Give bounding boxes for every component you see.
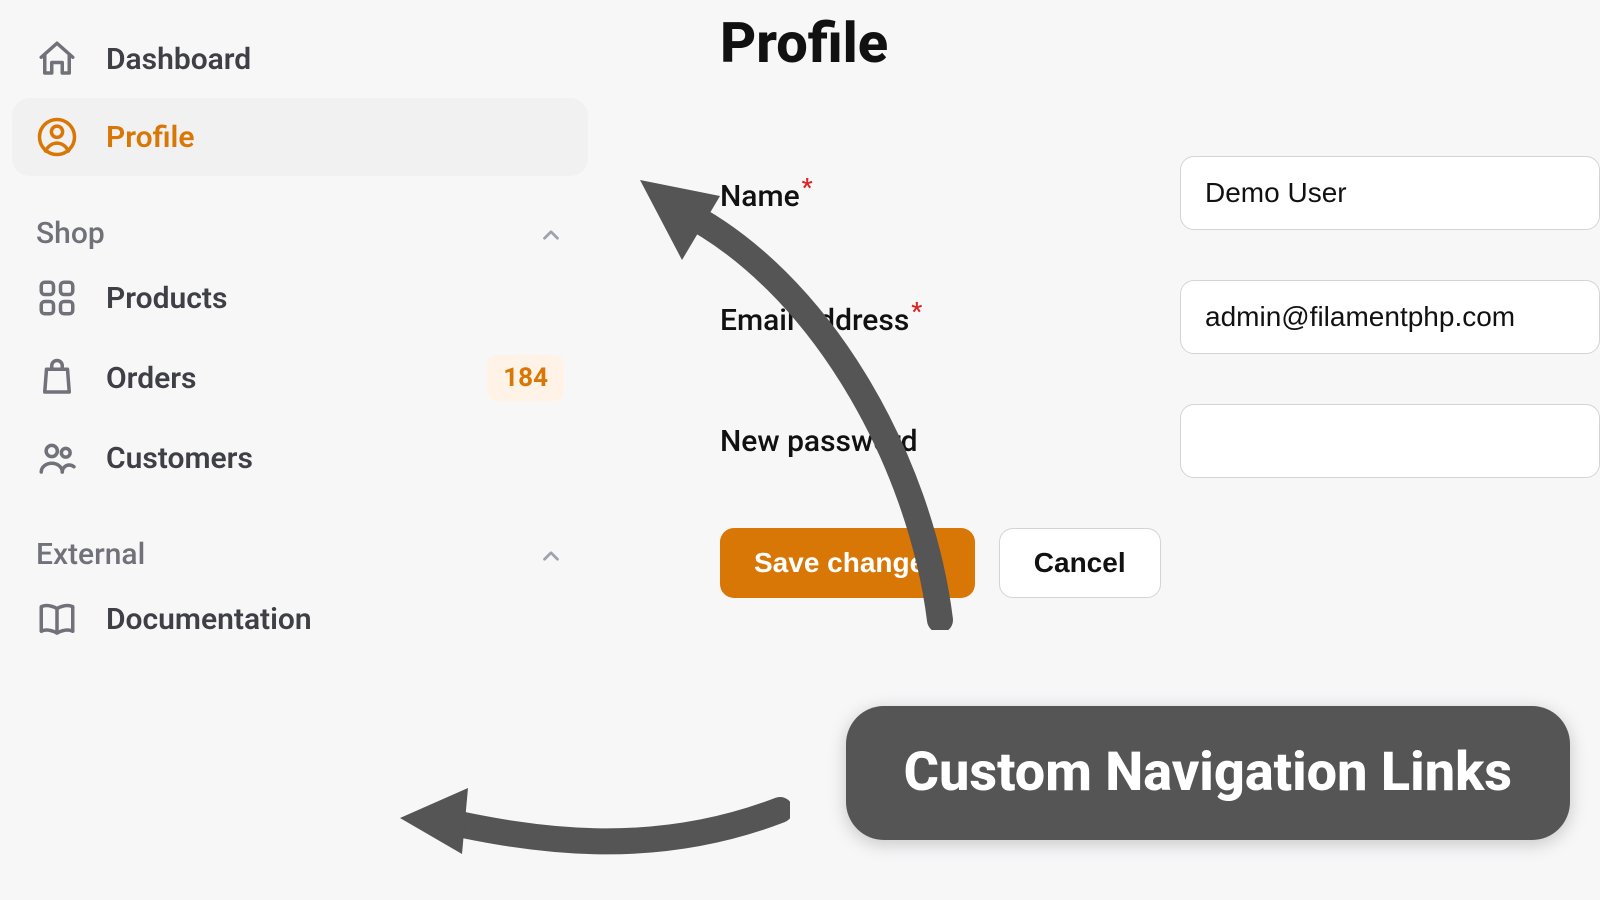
book-icon (36, 598, 78, 640)
sidebar-item-dashboard[interactable]: Dashboard (12, 20, 588, 98)
sidebar: Dashboard Profile Shop Products Ord (0, 0, 600, 900)
password-input[interactable] (1180, 404, 1600, 478)
sidebar-item-documentation[interactable]: Documentation (12, 580, 588, 658)
sidebar-item-label: Profile (106, 120, 194, 155)
password-label: New password (720, 424, 1180, 459)
email-label: Email address* (720, 297, 1180, 338)
annotation-callout-text: Custom Navigation Links (904, 742, 1512, 804)
annotation-callout: Custom Navigation Links (846, 706, 1570, 840)
email-input[interactable] (1180, 280, 1600, 354)
user-circle-icon (36, 116, 78, 158)
chevron-up-icon (538, 542, 564, 568)
sidebar-item-label: Dashboard (106, 42, 251, 77)
main-content: Profile Name* Email address* New passwor… (720, 10, 1600, 598)
name-input[interactable] (1180, 156, 1600, 230)
form-row-name: Name* (720, 156, 1600, 230)
orders-badge: 184 (487, 355, 564, 401)
form-row-email: Email address* (720, 280, 1600, 354)
sidebar-item-label: Customers (106, 441, 253, 476)
page-title: Profile (720, 10, 1600, 76)
users-icon (36, 437, 78, 479)
grid-icon (36, 277, 78, 319)
form-row-password: New password (720, 404, 1600, 478)
sidebar-item-products[interactable]: Products (12, 259, 588, 337)
sidebar-item-label: Orders (106, 361, 196, 396)
cancel-button[interactable]: Cancel (999, 528, 1161, 598)
sidebar-item-customers[interactable]: Customers (12, 419, 588, 497)
sidebar-group-label: External (36, 537, 145, 572)
name-label: Name* (720, 173, 1180, 214)
shopping-bag-icon (36, 357, 78, 399)
form-actions: Save changes Cancel (720, 528, 1600, 598)
sidebar-group-shop[interactable]: Shop (12, 176, 588, 259)
sidebar-item-orders[interactable]: Orders 184 (12, 337, 588, 419)
chevron-up-icon (538, 221, 564, 247)
sidebar-item-profile[interactable]: Profile (12, 98, 588, 176)
home-icon (36, 38, 78, 80)
sidebar-item-label: Products (106, 281, 227, 316)
sidebar-group-label: Shop (36, 216, 105, 251)
sidebar-group-external[interactable]: External (12, 497, 588, 580)
sidebar-item-label: Documentation (106, 602, 312, 637)
save-button[interactable]: Save changes (720, 528, 975, 598)
